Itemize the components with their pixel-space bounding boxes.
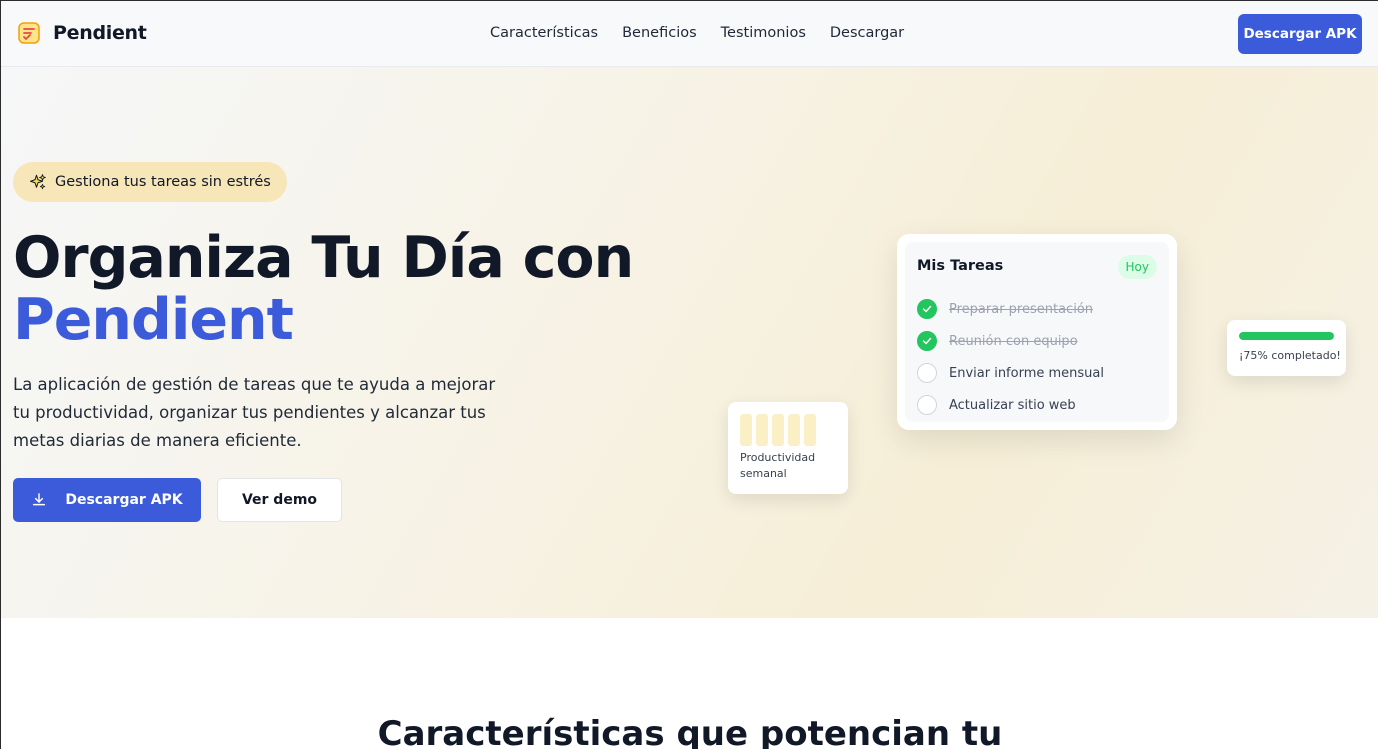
hero-download-apk-button[interactable]: Descargar APK [13,478,201,522]
progress-track [1239,332,1334,340]
nav-links: Características Beneficios Testimonios D… [490,25,904,41]
productivity-bar [788,414,800,446]
hero-download-apk-label: Descargar APK [65,492,183,508]
hero-title-line: Organiza Tu Día con [13,225,634,291]
task-card-title: Mis Tareas [917,258,1004,274]
progress-card: ¡75% completado! [1227,320,1346,376]
productivity-bar [740,414,752,446]
task-item[interactable]: Actualizar sitio web [917,389,1104,421]
hero-badge-text: Gestiona tus tareas sin estrés [55,174,271,190]
sparkles-icon [29,174,46,190]
hero-section: Gestiona tus tareas sin estrés Organiza … [1,67,1378,618]
nav-link-testimonios[interactable]: Testimonios [721,25,806,41]
task-item[interactable]: Preparar presentación [917,293,1104,325]
hero-title-accent: Pendient [13,287,294,353]
productivity-bar [804,414,816,446]
task-list: Preparar presentación Reunión con equipo… [917,293,1104,421]
empty-circle-icon[interactable] [917,395,937,415]
progress-fill [1239,332,1334,340]
progress-text: ¡75% completado! [1239,349,1341,362]
task-item[interactable]: Enviar informe mensual [917,357,1104,389]
task-label: Preparar presentación [949,301,1094,317]
features-title: Características que potencian tu [377,714,1003,749]
page: Pendient Características Beneficios Test… [0,0,1378,749]
task-card-inner: Mis Tareas Hoy Preparar presentación Reu… [905,242,1169,422]
navbar: Pendient Características Beneficios Test… [1,1,1378,67]
task-card: Mis Tareas Hoy Preparar presentación Reu… [897,234,1177,430]
task-label: Reunión con equipo [949,333,1078,349]
nav-download-apk-button[interactable]: Descargar APK [1238,14,1362,54]
brand[interactable]: Pendient [17,21,147,45]
view-demo-button[interactable]: Ver demo [217,478,342,522]
task-item[interactable]: Reunión con equipo [917,325,1104,357]
nav-link-caracteristicas[interactable]: Características [490,25,598,41]
download-icon [33,493,46,506]
nav-link-beneficios[interactable]: Beneficios [622,25,697,41]
productivity-bars [740,414,816,446]
brand-name: Pendient [53,22,147,44]
task-label: Enviar informe mensual [949,365,1104,381]
productivity-bar [772,414,784,446]
productivity-card: Productividad semanal [728,402,848,494]
hero-badge: Gestiona tus tareas sin estrés [13,162,287,202]
productivity-bar [756,414,768,446]
task-label: Actualizar sitio web [949,397,1076,413]
checkmark-icon[interactable] [917,299,937,319]
today-chip: Hoy [1117,255,1157,279]
productivity-label: Productividad semanal [740,451,816,480]
empty-circle-icon[interactable] [917,363,937,383]
nav-link-descargar[interactable]: Descargar [830,25,904,41]
checklist-icon [18,22,40,44]
features-section: Características que potencian tu [1,618,1378,749]
hero-description: La aplicación de gestión de tareas que t… [13,375,496,450]
hero-title: Organiza Tu Día con Pendient [13,225,634,353]
checkmark-icon[interactable] [917,331,937,351]
